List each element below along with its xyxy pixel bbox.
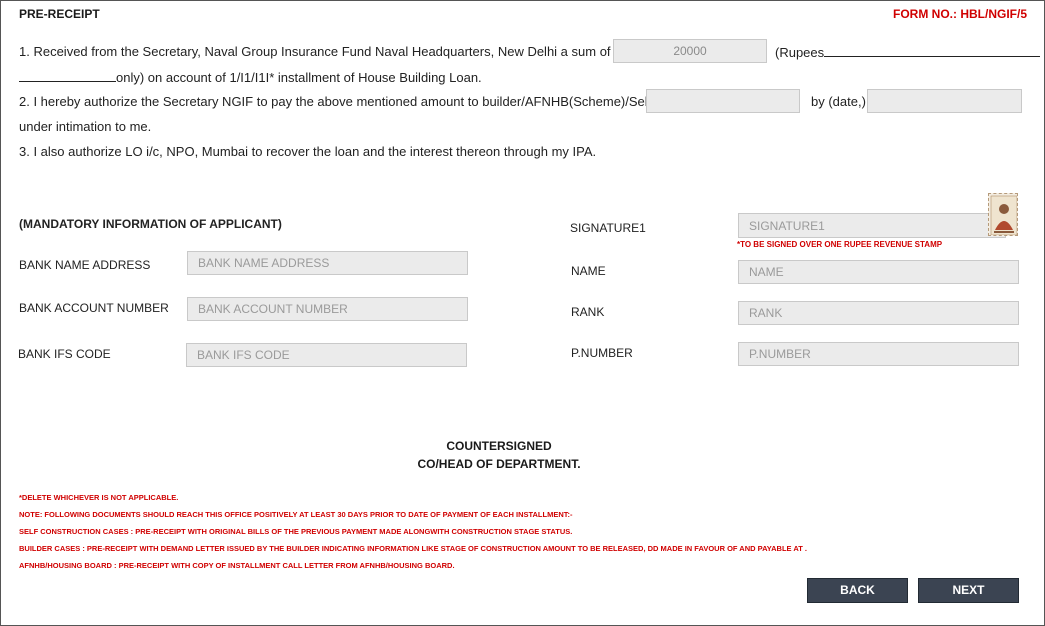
pnumber-label: P.NUMBER [571, 346, 633, 360]
co-head-label: CO/HEAD OF DEPARTMENT. [417, 457, 581, 471]
name-label: NAME [571, 264, 606, 278]
stamp-note: *TO BE SIGNED OVER ONE RUPEE REVENUE STA… [737, 240, 943, 249]
clause1-text-b: only) on account of 1/I1/I1I* installmen… [116, 70, 482, 85]
clause1-line2: only) on account of 1/I1/I1I* installmen… [19, 69, 482, 85]
rupees-label-text: (Rupees [775, 45, 825, 60]
bank-name-label: BANK NAME ADDRESS [19, 258, 151, 272]
afnhb-label: AFNHB/HOUSING BOARD [19, 561, 112, 570]
applicant-section-title: (MANDATORY INFORMATION OF APPLICANT) [19, 217, 282, 231]
notes-block: *DELETE WHICHEVER IS NOT APPLICABLE. NOT… [19, 489, 807, 574]
revenue-stamp-portrait-icon [990, 195, 1017, 235]
rupees-in-words-line [824, 44, 1041, 57]
bank-account-label: BANK ACCOUNT NUMBER [19, 301, 169, 315]
bank-ifs-label: BANK IFS CODE [18, 347, 111, 361]
self-construction-label: SELF CONSTRUCTION CASES [19, 527, 129, 536]
self-construction-text: : PRE-RECEIPT WITH ORIGINAL BILLS OF THE… [128, 527, 573, 536]
note-line: NOTE: FOLLOWING DOCUMENTS SHOULD REACH T… [19, 506, 807, 523]
clause2-text-b: under intimation to me. [19, 119, 152, 134]
signature-label: SIGNATURE1 [570, 221, 646, 235]
rupees-words-cont-line [19, 69, 116, 82]
builder-label: BUILDER CASES [19, 544, 81, 553]
next-button[interactable]: NEXT [918, 578, 1019, 603]
signature-input[interactable] [738, 213, 1006, 238]
by-date-label: by (date,) [811, 94, 866, 109]
builder-note: BUILDER CASES : PRE-RECEIPT WITH DEMAND … [19, 540, 807, 557]
delete-note: *DELETE WHICHEVER IS NOT APPLICABLE. [19, 493, 179, 502]
self-construction-note: SELF CONSTRUCTION CASES : PRE-RECEIPT WI… [19, 523, 807, 540]
bank-account-input[interactable] [187, 297, 468, 321]
rupees-label: (Rupees [775, 44, 1041, 60]
name-input[interactable] [738, 260, 1019, 284]
page-title: PRE-RECEIPT [19, 7, 100, 21]
clause1-text-a: 1. Received from the Secretary, Naval Gr… [19, 44, 631, 59]
note-label: NOTE [19, 510, 40, 519]
clause3-text: 3. I also authorize LO i/c, NPO, Mumbai … [19, 144, 597, 159]
afnhb-text: : PRE-RECEIPT WITH COPY OF INSTALLMENT C… [111, 561, 455, 570]
date-field[interactable] [867, 89, 1022, 113]
amount-field[interactable] [613, 39, 767, 63]
revenue-stamp-image [988, 193, 1018, 236]
builder-text: : PRE-RECEIPT WITH DEMAND LETTER ISSUED … [80, 544, 807, 553]
pnumber-input[interactable] [738, 342, 1019, 366]
bank-ifs-input[interactable] [186, 343, 467, 367]
bank-name-input[interactable] [187, 251, 468, 275]
payee-field[interactable] [646, 89, 800, 113]
back-button[interactable]: BACK [807, 578, 908, 603]
clause2-text-a: 2. I hereby authorize the Secretary NGIF… [19, 94, 652, 109]
countersigned-label: COUNTERSIGNED [446, 439, 552, 453]
rank-input[interactable] [738, 301, 1019, 325]
afnhb-note: AFNHB/HOUSING BOARD : PRE-RECEIPT WITH C… [19, 557, 807, 574]
rank-label: RANK [571, 305, 605, 319]
form-number: FORM NO.: HBL/NGIF/5 [893, 7, 1027, 21]
note-text: : FOLLOWING DOCUMENTS SHOULD REACH THIS … [39, 510, 573, 519]
